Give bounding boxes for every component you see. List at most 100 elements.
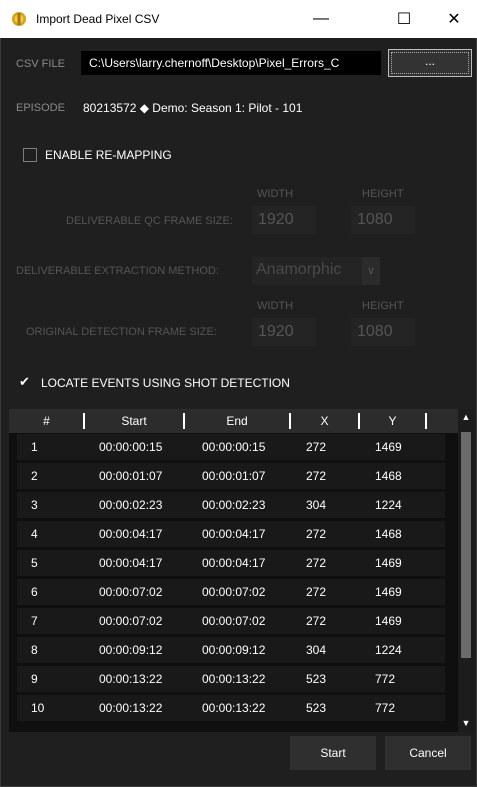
qc-width-header: WIDTH	[257, 188, 294, 200]
table-header: # Start End X Y	[9, 409, 458, 433]
table-row[interactable]: 8 00:00:09:12 00:00:09:12 304 1224	[9, 636, 458, 664]
cell-start: 00:00:09:12	[99, 643, 163, 657]
original-height-field[interactable]: 1080	[351, 318, 415, 346]
cell-end: 00:00:04:17	[202, 556, 266, 570]
cell-x: 304	[306, 498, 327, 512]
table-row[interactable]: 4 00:00:04:17 00:00:04:17 272 1468	[9, 520, 458, 548]
table-row[interactable]: 5 00:00:04:17 00:00:04:17 272 1469	[9, 549, 458, 577]
cell-end: 00:00:07:02	[202, 585, 266, 599]
browse-button[interactable]: ...	[388, 49, 472, 77]
table-row[interactable]: 2 00:00:01:07 00:00:01:07 272 1468	[9, 462, 458, 490]
episode-value: 80213572 ◆ Demo: Season 1: Pilot - 101	[83, 101, 303, 115]
cell-y: 1224	[375, 643, 402, 657]
cell-end: 00:00:01:07	[202, 469, 266, 483]
column-header-end[interactable]: End	[185, 409, 289, 433]
column-separator[interactable]	[425, 413, 427, 429]
cell-x: 272	[306, 585, 327, 599]
cell-end: 00:00:13:22	[202, 701, 266, 715]
cell-y: 772	[375, 701, 396, 715]
cell-y: 1469	[375, 614, 402, 628]
start-button[interactable]: Start	[290, 736, 376, 770]
extraction-method-value: Anamorphic	[256, 261, 342, 278]
cell-number: 9	[31, 672, 38, 686]
shot-detection-label: LOCATE EVENTS USING SHOT DETECTION	[41, 376, 290, 390]
cell-y: 1224	[375, 498, 402, 512]
cell-number: 1	[31, 440, 38, 454]
cell-start: 00:00:00:15	[99, 440, 163, 454]
cell-x: 272	[306, 527, 327, 541]
qc-frame-size-label: DELIVERABLE QC FRAME SIZE:	[66, 215, 233, 227]
cell-number: 6	[31, 585, 38, 599]
cell-number: 7	[31, 614, 38, 628]
cell-end: 00:00:04:17	[202, 527, 266, 541]
cell-number: 2	[31, 469, 38, 483]
cancel-button[interactable]: Cancel	[385, 736, 471, 770]
qc-height-field[interactable]: 1080	[351, 206, 415, 234]
table-row[interactable]: 9 00:00:13:22 00:00:13:22 523 772	[9, 665, 458, 693]
cell-y: 772	[375, 672, 396, 686]
cell-y: 1469	[375, 440, 402, 454]
cell-start: 00:00:13:22	[99, 701, 163, 715]
cell-start: 00:00:04:17	[99, 527, 163, 541]
scroll-down-icon[interactable]: ▼	[458, 715, 474, 732]
cell-y: 1469	[375, 556, 402, 570]
cell-number: 3	[31, 498, 38, 512]
cell-number: 5	[31, 556, 38, 570]
csv-path-field[interactable]: C:\Users\larry.chernoff\Desktop\Pixel_Er…	[81, 51, 381, 75]
table-row[interactable]: 7 00:00:07:02 00:00:07:02 272 1469	[9, 607, 458, 635]
cell-x: 272	[306, 614, 327, 628]
dialog-body: CSV FILE C:\Users\larry.chernoff\Desktop…	[0, 38, 477, 787]
cell-start: 00:00:01:07	[99, 469, 163, 483]
app-icon	[12, 12, 26, 26]
remap-checkbox[interactable]	[23, 148, 37, 162]
table-row[interactable]: 3 00:00:02:23 00:00:02:23 304 1224	[9, 491, 458, 519]
cell-end: 00:00:07:02	[202, 614, 266, 628]
minimize-button[interactable]: —	[298, 0, 344, 38]
original-width-field[interactable]: 1920	[252, 318, 316, 346]
table-row[interactable]: 6 00:00:07:02 00:00:07:02 272 1469	[9, 578, 458, 606]
cell-end: 00:00:02:23	[202, 498, 266, 512]
table-row[interactable]: 1 00:00:00:15 00:00:00:15 272 1469	[9, 433, 458, 461]
cell-x: 272	[306, 440, 327, 454]
events-table[interactable]: # Start End X Y 1 00:00:00:15 00:00:00:15 2…	[9, 409, 474, 732]
cell-end: 00:00:00:15	[202, 440, 266, 454]
original-frame-size-label: ORIGINAL DETECTION FRAME SIZE:	[26, 326, 217, 338]
extraction-method-label: DELIVERABLE EXTRACTION METHOD:	[16, 265, 219, 277]
cell-x: 523	[306, 672, 327, 686]
cell-x: 272	[306, 556, 327, 570]
cell-x: 523	[306, 701, 327, 715]
cell-start: 00:00:07:02	[99, 614, 163, 628]
cell-start: 00:00:13:22	[99, 672, 163, 686]
scroll-up-icon[interactable]: ▲	[458, 409, 474, 426]
cell-y: 1469	[375, 585, 402, 599]
scroll-thumb[interactable]	[461, 432, 471, 658]
cell-y: 1468	[375, 527, 402, 541]
shot-detection-checkbox[interactable]: ✔	[19, 375, 30, 389]
chevron-down-icon: ∨	[362, 257, 380, 285]
column-header-x[interactable]: X	[291, 409, 358, 433]
original-width-header: WIDTH	[257, 300, 294, 312]
maximize-button[interactable]: ☐	[381, 0, 427, 38]
qc-height-header: HEIGHT	[362, 188, 404, 200]
remap-label: ENABLE RE-MAPPING	[45, 148, 172, 162]
cell-start: 00:00:04:17	[99, 556, 163, 570]
close-button[interactable]: ✕	[431, 0, 477, 38]
cell-y: 1468	[375, 469, 402, 483]
cell-start: 00:00:07:02	[99, 585, 163, 599]
cell-end: 00:00:13:22	[202, 672, 266, 686]
cell-end: 00:00:09:12	[202, 643, 266, 657]
qc-width-field[interactable]: 1920	[252, 206, 316, 234]
table-scrollbar[interactable]: ▲ ▼	[458, 409, 474, 732]
cell-number: 4	[31, 527, 38, 541]
csv-file-label: CSV FILE	[16, 58, 65, 70]
episode-label: EPISODE	[16, 102, 65, 114]
cell-x: 272	[306, 469, 327, 483]
original-height-header: HEIGHT	[362, 300, 404, 312]
extraction-method-select[interactable]: Anamorphic ∨	[252, 257, 380, 285]
cell-x: 304	[306, 643, 327, 657]
table-row[interactable]: 10 00:00:13:22 00:00:13:22 523 772	[9, 694, 458, 722]
column-header-start[interactable]: Start	[85, 409, 183, 433]
column-header-number[interactable]: #	[9, 409, 84, 433]
cell-number: 10	[31, 701, 45, 715]
column-header-y[interactable]: Y	[360, 409, 425, 433]
